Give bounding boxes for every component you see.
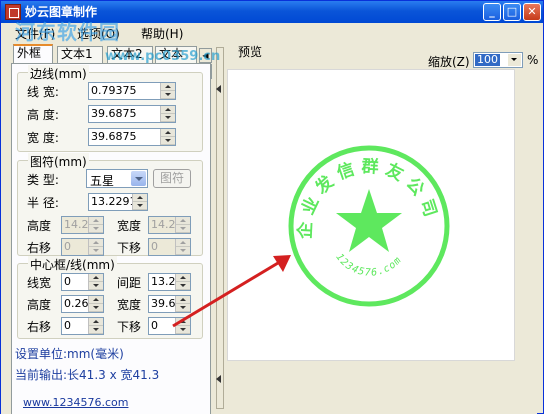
spin-down-icon[interactable] (161, 114, 175, 122)
symbol-button[interactable]: 图符 (153, 169, 191, 188)
spin-up-icon[interactable] (89, 274, 103, 282)
zoom-label: 缩放(Z) (428, 55, 470, 69)
symbol-type-select[interactable]: 五星 (86, 169, 148, 188)
zoom-unit: % (527, 53, 539, 67)
center-height-value: 0.26 (64, 297, 89, 310)
symbol-width-stepper[interactable]: 14.2 (148, 216, 191, 234)
spin-up-icon[interactable] (133, 194, 147, 202)
symbol-right-stepper[interactable]: 0 (61, 238, 104, 256)
symbol-down-label: 下移 (117, 241, 142, 255)
spin-up-icon[interactable] (89, 318, 103, 326)
center-right-stepper[interactable]: 0 (61, 317, 104, 335)
chevron-down-icon[interactable] (508, 54, 521, 66)
center-linewidth-label: 线宽 (27, 276, 52, 290)
symbol-type-label: 类 型: (27, 173, 59, 187)
line-width-label: 线 宽: (27, 85, 59, 99)
annotation-arrow (172, 255, 291, 328)
preview-side (515, 69, 537, 361)
center-down-value: 0 (151, 319, 158, 332)
center-spacing-label: 间距 (117, 276, 142, 290)
symbol-down-value: 0 (151, 240, 158, 253)
center-linewidth-stepper[interactable]: 0 (61, 273, 104, 291)
center-down-label: 下移 (117, 320, 142, 334)
spin-up-icon[interactable] (176, 217, 190, 225)
center-right-label: 右移 (27, 320, 52, 334)
width-value: 39.6875 (91, 130, 137, 143)
unit-info: 设置单位:mm(毫米) (15, 347, 124, 361)
spin-down-icon[interactable] (133, 202, 147, 210)
pane-splitter[interactable] (213, 41, 227, 414)
height-value: 39.6875 (91, 107, 137, 120)
spin-down-icon[interactable] (161, 137, 175, 145)
symbol-right-value: 0 (64, 240, 71, 253)
radius-value: 13.2291 (91, 195, 137, 208)
border-group-title: 边线(mm) (28, 65, 89, 82)
center-height-stepper[interactable]: 0.26 (61, 295, 104, 313)
website-link[interactable]: www.1234576.com (23, 396, 128, 409)
height-stepper[interactable]: 39.6875 (88, 105, 176, 123)
symbol-group-title: 图符(mm) (28, 153, 89, 170)
symbol-group: 图符(mm) 类 型: 五星 图符 半 径: 13.2291 高度 14.2 宽… (17, 153, 203, 256)
collapse-left-icon[interactable] (216, 375, 221, 383)
center-group-title: 中心框/线(mm) (28, 256, 117, 273)
center-right-value: 0 (64, 319, 71, 332)
center-width-label: 宽度 (117, 298, 142, 312)
width-label: 宽 度: (27, 131, 59, 145)
symbol-width-label: 宽度 (117, 219, 142, 233)
center-height-label: 高度 (27, 298, 52, 312)
preview-bottom (227, 361, 537, 414)
spin-down-icon[interactable] (89, 304, 103, 312)
spin-down-icon[interactable] (176, 225, 190, 233)
border-group: 边线(mm) 线 宽: 0.79375 高 度: 39.6875 宽 度: 39… (17, 65, 203, 152)
app-window: 妙云图章制作 _ □ ✕ 河东软件园 www.pc0359.cn 文件(F) 选… (0, 0, 544, 414)
collapse-left-icon[interactable] (216, 85, 221, 93)
spin-up-icon[interactable] (161, 83, 175, 91)
spin-up-icon[interactable] (89, 217, 103, 225)
menu-help[interactable]: 帮助(H) (141, 25, 183, 42)
chevron-down-icon[interactable] (131, 171, 146, 186)
spin-down-icon[interactable] (161, 91, 175, 99)
watermark-logo: 河东软件园 (15, 20, 120, 44)
tab-outer-frame[interactable]: 外框 (13, 44, 53, 63)
radius-label: 半 径: (27, 196, 59, 210)
spin-down-icon[interactable] (89, 225, 103, 233)
width-stepper[interactable]: 39.6875 (88, 128, 176, 146)
height-label: 高 度: (27, 108, 59, 122)
spin-up-icon[interactable] (161, 129, 175, 137)
spin-up-icon[interactable] (161, 106, 175, 114)
stamp-preview: 企业发信群友公司 1234576.com (288, 145, 450, 307)
stamp-bottom-text: 1234576.com (333, 252, 404, 279)
minimize-button[interactable]: _ (483, 3, 501, 21)
symbol-type-value: 五星 (90, 174, 115, 188)
spin-down-icon[interactable] (89, 282, 103, 290)
zoom-value: 100 (475, 53, 500, 66)
center-linewidth-value: 0 (64, 275, 71, 288)
watermark-url: www.pc0359.cn (105, 49, 221, 64)
symbol-right-label: 右移 (27, 241, 52, 255)
spin-up-icon[interactable] (89, 239, 103, 247)
star-icon (336, 189, 402, 252)
output-size-info: 当前输出:长41.3 x 宽41.3 (15, 368, 160, 382)
settings-pane: 外框 文本1 文本2 文本 ◀▶ 边线(mm) 线 宽: 0.79375 高 度… (1, 41, 213, 414)
symbol-height-stepper[interactable]: 14.2 (61, 216, 104, 234)
spin-up-icon[interactable] (89, 296, 103, 304)
splitter-track[interactable] (216, 47, 224, 409)
radius-stepper[interactable]: 13.2291 (88, 193, 148, 211)
preview-label: 预览 (238, 45, 263, 59)
symbol-width-value: 14.2 (151, 218, 176, 231)
close-button[interactable]: ✕ (523, 3, 541, 21)
maximize-button[interactable]: □ (503, 3, 521, 21)
spin-down-icon[interactable] (89, 247, 103, 255)
line-width-value: 0.79375 (91, 84, 137, 97)
symbol-height-value: 14.2 (64, 218, 89, 231)
tab-text1[interactable]: 文本1 (57, 46, 103, 63)
zoom-select[interactable]: 100 (473, 52, 523, 68)
symbol-height-label: 高度 (27, 219, 52, 233)
spin-down-icon[interactable] (89, 326, 103, 334)
line-width-stepper[interactable]: 0.79375 (88, 82, 176, 100)
